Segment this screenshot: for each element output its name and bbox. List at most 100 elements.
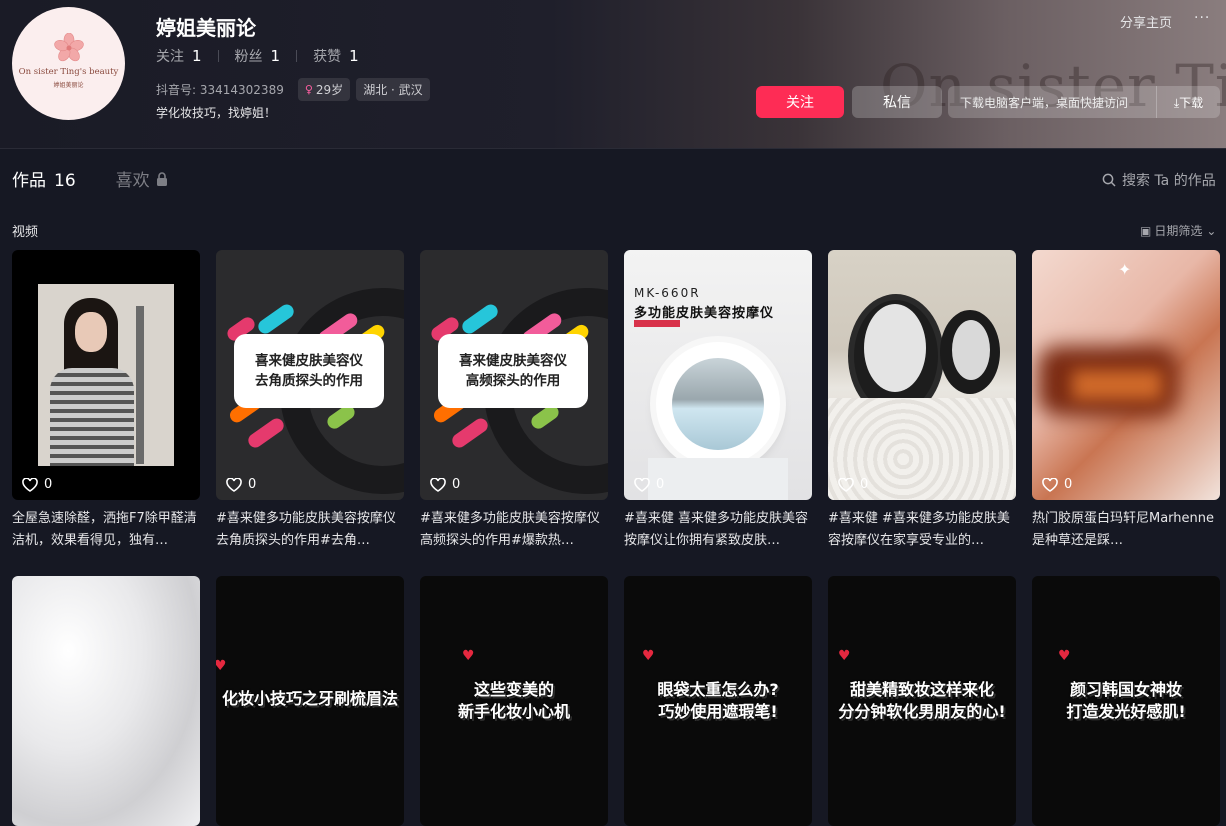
chevron-down-icon: ⌄ — [1206, 223, 1217, 238]
thumbnail-overlay-text: 眼袋太重怎么办? — [657, 680, 779, 699]
thumbnail-overlay-text: 颜习韩国女神妆 — [1069, 680, 1182, 699]
thumbnail-graphic — [672, 358, 764, 450]
avatar-brand-cn: 婷姐美丽论 — [53, 81, 84, 89]
thumbnail-graphic — [952, 320, 990, 380]
video-card[interactable]: ♥ 甜美精致妆这样来化 分分钟软化男朋友的心! — [828, 576, 1016, 826]
heart-icon: ♥ — [216, 658, 227, 674]
stat-likes-count: 1 — [349, 47, 359, 65]
thumbnail-graphic — [1072, 370, 1162, 400]
download-button[interactable]: ⤓下载 — [1157, 94, 1220, 111]
stat-fans-count: 1 — [270, 47, 281, 65]
video-like-count: 0 — [22, 477, 52, 492]
video-caption[interactable]: #喜来健 #喜来健多功能皮肤美容按摩仪在家享受专业的… — [828, 508, 1016, 552]
stat-divider — [217, 50, 219, 62]
video-thumbnail[interactable]: 0 — [828, 250, 1016, 500]
thumbnail-graphic — [648, 458, 788, 500]
video-thumbnail[interactable]: ♥ 颜习韩国女神妆 打造发光好感肌! — [1032, 576, 1220, 826]
video-thumbnail[interactable]: 喜来健皮肤美容仪 高频探头的作用 0 — [420, 250, 608, 500]
calendar-icon: ▣ — [1140, 223, 1152, 238]
more-options-icon[interactable]: ··· — [1194, 10, 1210, 26]
tab-works-count: 16 — [54, 171, 76, 191]
video-thumbnail[interactable]: MK-660R 多功能皮肤美容按摩仪 0 — [624, 250, 812, 500]
video-card[interactable]: 喜来健皮肤美容仪 高频探头的作用 0 #喜来健多功能皮肤美容按摩仪 高频探头的作… — [420, 250, 608, 552]
video-thumbnail[interactable]: ♥ 甜美精致妆这样来化 分分钟软化男朋友的心! — [828, 576, 1016, 826]
video-card[interactable]: 0 #喜来健 #喜来健多功能皮肤美容按摩仪在家享受专业的… — [828, 250, 1016, 552]
download-client-text: 下载电脑客户端，桌面快捷访问 — [960, 95, 1129, 110]
video-caption[interactable]: #喜来健多功能皮肤美容按摩仪 高频探头的作用#爆款热… — [420, 508, 608, 552]
stat-following[interactable]: 关注 1 — [156, 46, 202, 66]
avatar[interactable]: On sister Ting's beauty 婷姐美丽论 — [12, 7, 125, 120]
tab-works[interactable]: 作品 16 — [12, 166, 76, 191]
video-card[interactable]: ✦ 0 热门胶原蛋白玛轩尼Marhenne是种草还是踩… — [1032, 250, 1220, 552]
stat-following-label: 关注 — [156, 49, 184, 65]
lock-icon — [156, 171, 167, 186]
video-card[interactable]: 0 全屋急速除醛，洒拖F7除甲醛清洁机，效果看得见，独有… — [12, 250, 200, 552]
stat-likes: 获赞 1 — [313, 46, 359, 66]
video-thumbnail[interactable]: 0 — [12, 250, 200, 500]
video-caption[interactable]: 热门胶原蛋白玛轩尼Marhenne是种草还是踩… — [1032, 508, 1220, 552]
search-works-placeholder: 搜索 Ta 的作品 — [1122, 173, 1216, 189]
tab-works-label: 作品 — [12, 171, 46, 191]
profile-meta: 抖音号: 33414302389 ♀ 29岁 湖北 · 武汉 — [156, 78, 436, 101]
video-card[interactable] — [12, 576, 200, 826]
video-card[interactable]: ♥ 眼袋太重怎么办? 巧妙使用遮瑕笔! — [624, 576, 812, 826]
tab-likes[interactable]: 喜欢 — [116, 166, 168, 191]
video-caption[interactable]: #喜来健 喜来健多功能皮肤美容按摩仪让你拥有紧致皮肤… — [624, 508, 812, 552]
download-button-label: 下载 — [1179, 95, 1204, 110]
thumbnail-photo-detail — [136, 306, 144, 464]
thumbnail-graphic — [864, 304, 926, 392]
thumbnail-overlay-text: 新手化妆小心机 — [457, 702, 570, 721]
video-thumbnail[interactable] — [12, 576, 200, 826]
share-profile-link[interactable]: 分享主页 — [1120, 12, 1172, 31]
video-like-count: 0 — [430, 477, 460, 492]
search-works-input[interactable]: 搜索 Ta 的作品 — [1102, 170, 1216, 190]
download-client-banner: 下载电脑客户端，桌面快捷访问 ⤓下载 — [948, 86, 1220, 118]
video-card[interactable]: 喜来健皮肤美容仪 去角质探头的作用 0 #喜来健多功能皮肤美容按摩仪 去角质探头… — [216, 250, 404, 552]
video-thumbnail[interactable]: ♥ 这些变美的 新手化妆小心机 — [420, 576, 608, 826]
thumbnail-photo-detail — [75, 312, 107, 352]
heart-icon — [634, 477, 650, 492]
video-like-count: 0 — [226, 477, 256, 492]
video-thumbnail[interactable]: ✦ 0 — [1032, 250, 1220, 500]
profile-bio: 学化妆技巧，找婷姐！ — [156, 106, 277, 120]
heart-icon: ♥ — [642, 648, 655, 664]
date-filter-label: 日期筛选 — [1154, 224, 1203, 238]
video-thumbnail[interactable]: 喜来健皮肤美容仪 去角质探头的作用 0 — [216, 250, 404, 500]
message-button[interactable]: 私信 — [852, 86, 942, 118]
heart-icon — [838, 477, 854, 492]
heart-icon — [430, 477, 446, 492]
stat-following-count: 1 — [192, 47, 202, 65]
thumbnail-overlay-text: 喜来健皮肤美容仪 去角质探头的作用 — [234, 334, 384, 408]
thumbnail-overlay-text: 打造发光好感肌! — [1066, 702, 1186, 721]
thumbnail-graphic — [449, 415, 491, 451]
video-card[interactable]: ♥ 颜习韩国女神妆 打造发光好感肌! — [1032, 576, 1220, 826]
thumbnail-model-text: MK-660R — [634, 286, 701, 300]
thumbnail-overlay-text: 化妆小技巧之牙刷梳眉法 — [221, 689, 398, 708]
video-card[interactable]: ♥ 这些变美的 新手化妆小心机 — [420, 576, 608, 826]
thumbnail-graphic — [459, 301, 501, 337]
video-thumbnail[interactable]: ♥ 化妆小技巧之牙刷梳眉法 — [216, 576, 404, 826]
heart-icon: ♥ — [462, 648, 475, 664]
age-text: 29岁 — [315, 83, 344, 97]
age-badge: ♀ 29岁 — [297, 78, 351, 101]
thumbnail-graphic — [255, 301, 297, 337]
section-label-videos: 视频 — [12, 225, 39, 240]
heart-icon: ♥ — [838, 648, 851, 664]
video-card[interactable]: ♥ 化妆小技巧之牙刷梳眉法 — [216, 576, 404, 826]
douyin-id: 抖音号: 33414302389 — [156, 83, 284, 97]
thumbnail-overlay-text: 分分钟软化男朋友的心! — [838, 702, 1006, 721]
thumbnail-graphic — [245, 415, 287, 451]
tab-likes-label: 喜欢 — [115, 171, 150, 191]
video-like-count: 0 — [1042, 477, 1072, 492]
video-caption[interactable]: #喜来健多功能皮肤美容按摩仪 去角质探头的作用#去角… — [216, 508, 404, 552]
stat-fans[interactable]: 粉丝 1 — [235, 46, 281, 66]
video-card[interactable]: MK-660R 多功能皮肤美容按摩仪 0 #喜来健 喜来健多功能皮肤美容按摩仪让… — [624, 250, 812, 552]
date-filter-dropdown[interactable]: ▣ 日期筛选 ⌄ — [1140, 222, 1216, 239]
video-like-count: 0 — [634, 477, 664, 492]
video-thumbnail[interactable]: ♥ 眼袋太重怎么办? 巧妙使用遮瑕笔! — [624, 576, 812, 826]
video-caption[interactable]: 全屋急速除醛，洒拖F7除甲醛清洁机，效果看得见，独有… — [12, 508, 200, 552]
location-badge: 湖北 · 武汉 — [356, 78, 430, 101]
follow-button[interactable]: 关注 — [756, 86, 844, 118]
profile-name: 婷姐美丽论 — [156, 16, 256, 40]
video-like-count: 0 — [838, 477, 868, 492]
